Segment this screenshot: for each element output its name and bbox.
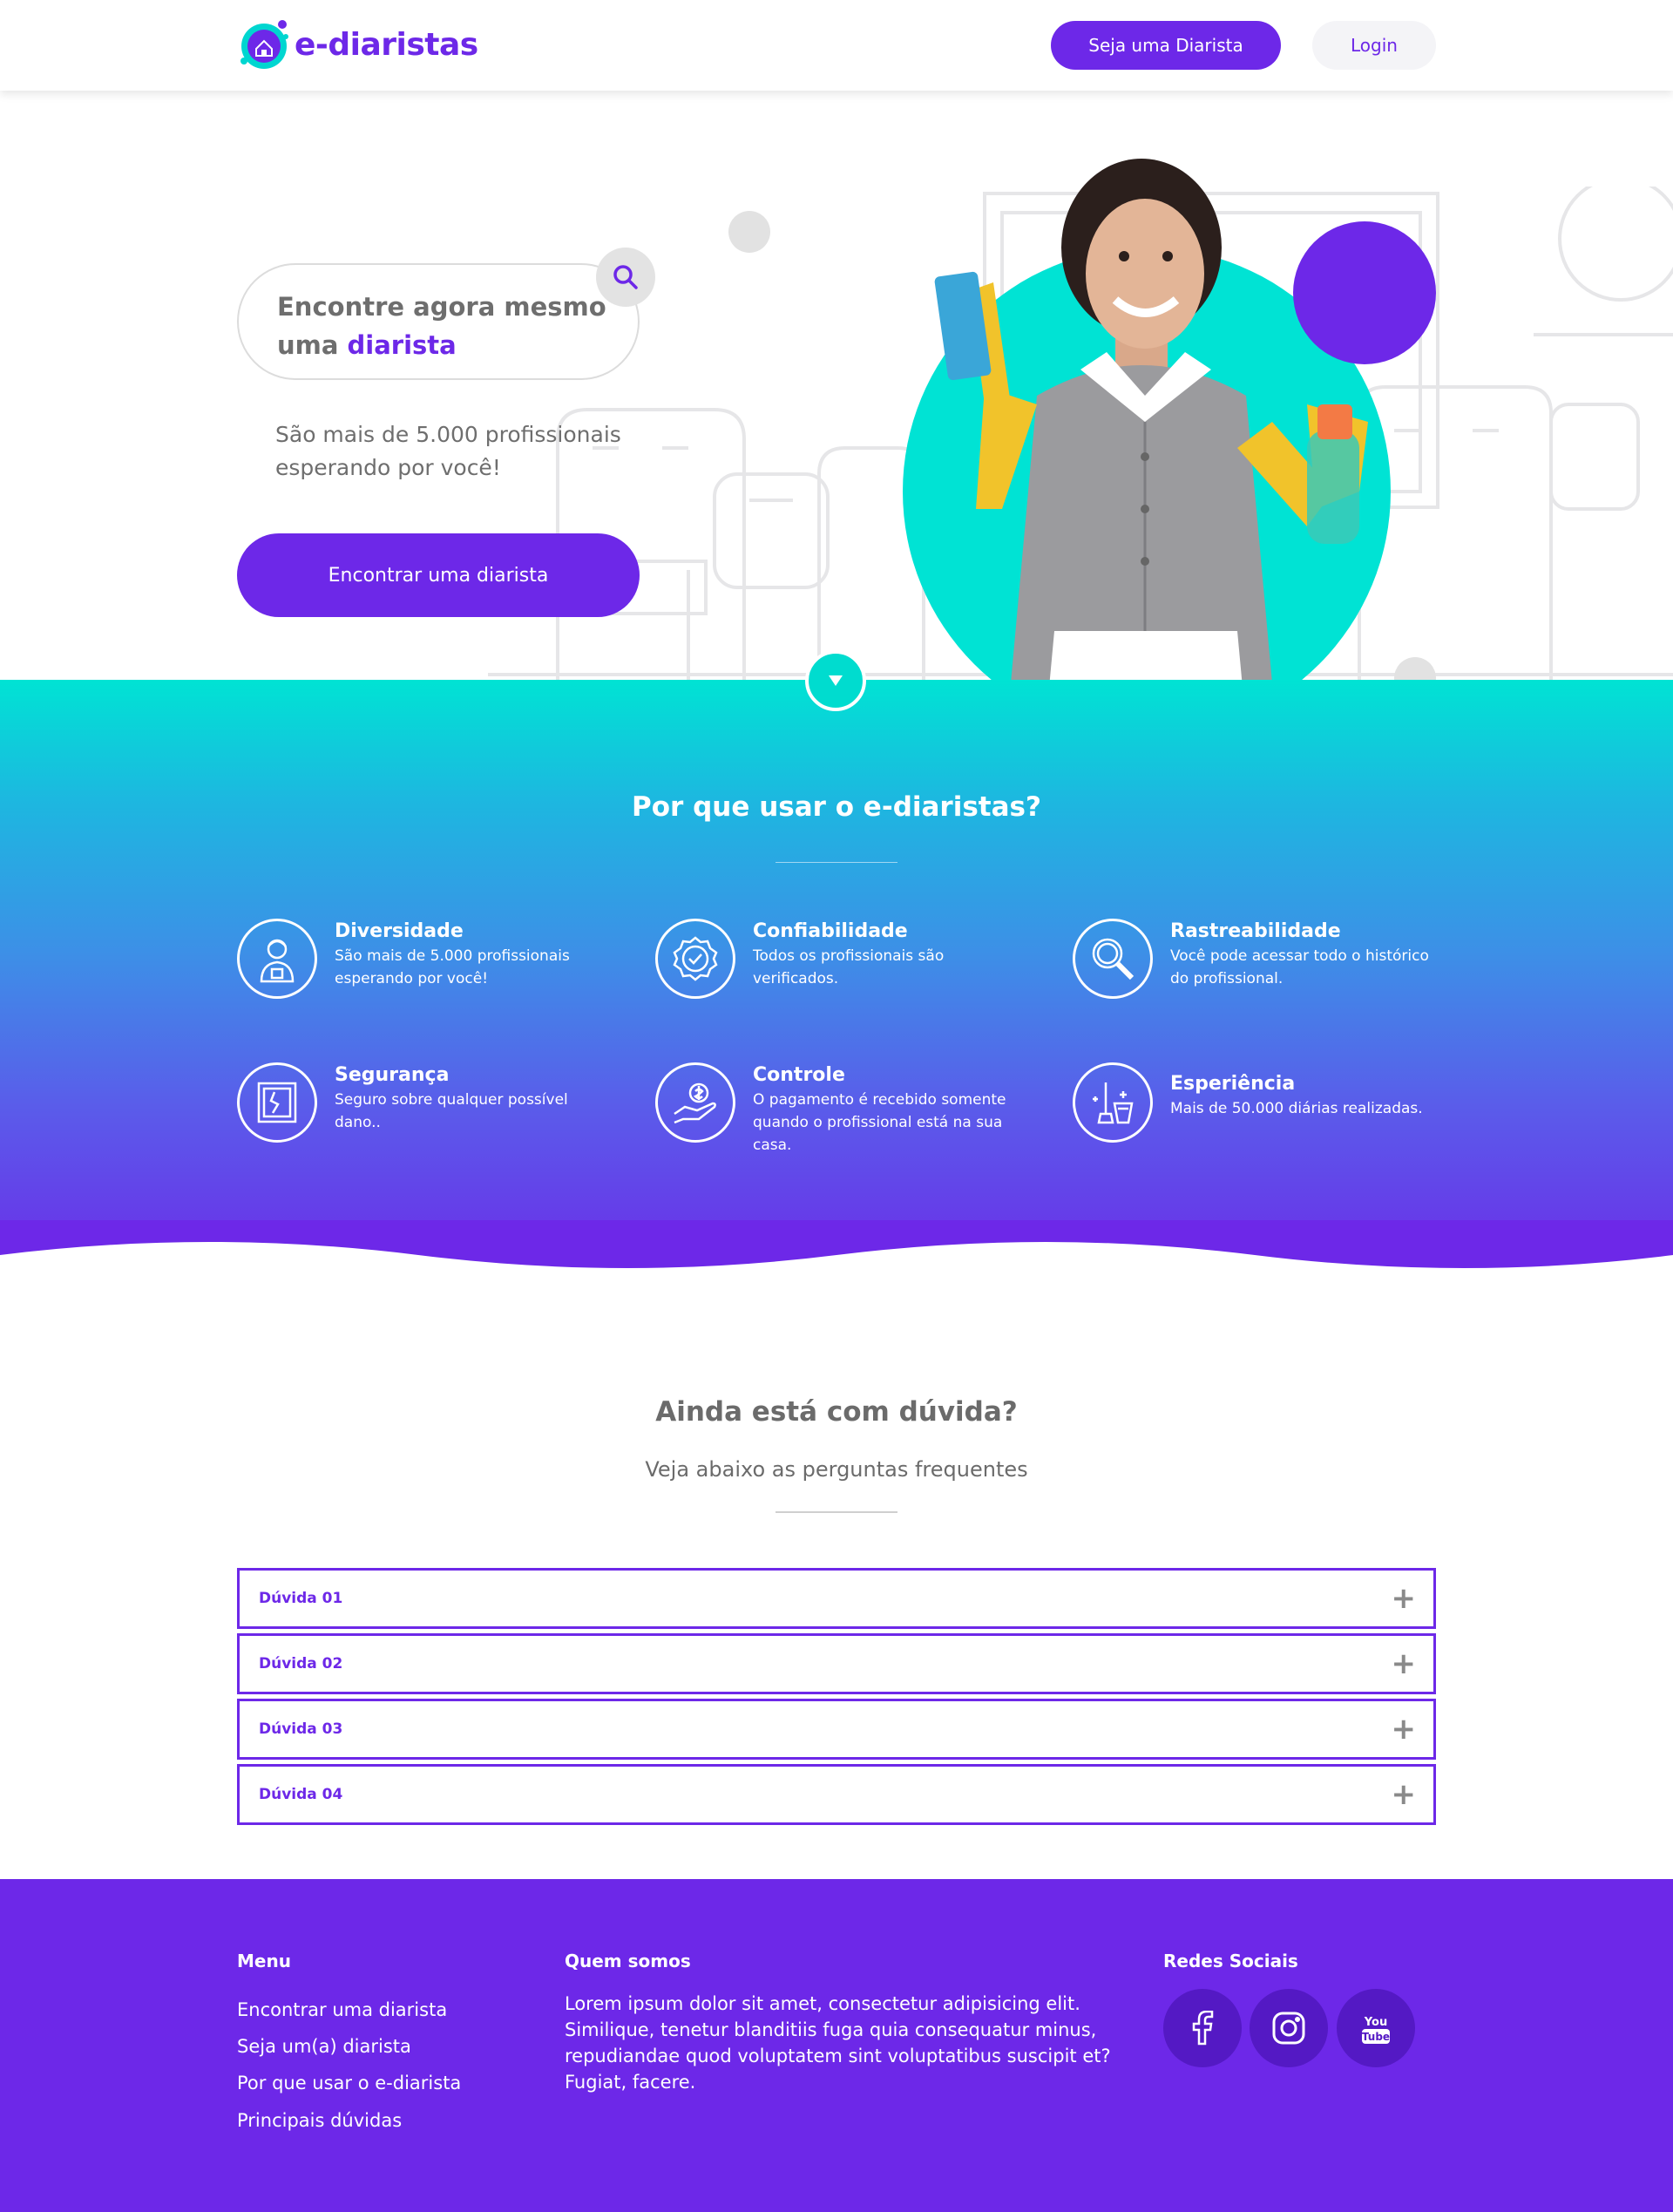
footer-about-text: Lorem ipsum dolor sit amet, consectetur …: [565, 1993, 1111, 2093]
faq-title: Ainda está com dúvida?: [655, 1396, 1018, 1428]
feature-title: Esperiência: [1170, 1073, 1296, 1095]
feature-description: Todos os profissionais são verificados.: [753, 947, 945, 987]
brand-name: e-diaristas: [295, 26, 478, 63]
faq-accordion-item[interactable]: Dúvida 04 +: [237, 1764, 1436, 1825]
footer-about-title: Quem somos: [565, 1951, 691, 1971]
become-diarista-button[interactable]: Seja uma Diarista: [1051, 21, 1281, 70]
wave-divider: [0, 1220, 1673, 1299]
faq-question: Dúvida 01: [259, 1590, 343, 1607]
scroll-down-arrow-icon[interactable]: [805, 650, 866, 711]
feature-reliability: Confiabilidade Todos os profissionais sã…: [655, 919, 1021, 1014]
faq-accordion-item[interactable]: Dúvida 01 +: [237, 1568, 1436, 1629]
broken-frame-icon: [237, 1062, 317, 1143]
feature-security: Segurança Seguro sobre qualquer possível…: [237, 1062, 603, 1158]
footer-link-become-diarista[interactable]: Seja um(a) diarista: [237, 2036, 411, 2057]
feature-experience: Esperiência Mais de 50.000 diárias reali…: [1073, 1062, 1439, 1158]
search-pill-title-line1: Encontre agora mesmo: [277, 292, 606, 322]
feature-description: São mais de 5.000 profissionais esperand…: [335, 947, 570, 987]
feature-title: Rastreabilidade: [1170, 920, 1341, 942]
site-header: e-diaristas Seja uma Diarista Login: [0, 0, 1673, 91]
faq-question: Dúvida 02: [259, 1655, 343, 1673]
footer-link-faq[interactable]: Principais dúvidas: [237, 2110, 402, 2131]
feature-title: Confiabilidade: [753, 920, 908, 942]
find-diarista-button[interactable]: Encontrar uma diarista: [237, 533, 640, 617]
hero-section: Encontre agora mesmo uma diarista São ma…: [0, 91, 1673, 680]
cleaning-woman-image: [934, 159, 1368, 680]
feature-description: Você pode acessar todo o histórico do pr…: [1170, 947, 1429, 987]
verified-badge-icon: [655, 919, 735, 999]
cleaning-bucket-icon: [1073, 1062, 1153, 1143]
payment-hand-icon: [655, 1062, 735, 1143]
footer-social-title: Redes Sociais: [1163, 1951, 1298, 1971]
worker-icon: [237, 919, 317, 999]
decor-circle: [728, 211, 770, 253]
footer-link-why-use[interactable]: Por que usar o e-diarista: [237, 2073, 461, 2093]
faq-question: Dúvida 03: [259, 1720, 343, 1738]
faq-accordion-item[interactable]: Dúvida 03 +: [237, 1699, 1436, 1760]
plus-icon[interactable]: +: [1392, 1780, 1417, 1809]
instagram-icon[interactable]: [1250, 1989, 1328, 2067]
faq-accordion-item[interactable]: Dúvida 02 +: [237, 1633, 1436, 1694]
youtube-logo-text-bottom: Tube: [1362, 2031, 1390, 2043]
footer-menu-title: Menu: [237, 1951, 291, 1971]
youtube-logo-text-top: You: [1364, 2016, 1387, 2029]
faq-subtitle: Veja abaixo as perguntas frequentes: [645, 1457, 1028, 1482]
faq-question: Dúvida 04: [259, 1786, 343, 1803]
feature-control: Controle O pagamento é recebido somente …: [655, 1062, 1021, 1158]
feature-description: O pagamento é recebido somente quando o …: [753, 1091, 1006, 1154]
features-divider: [776, 862, 897, 863]
feature-traceability: Rastreabilidade Você pode acessar todo o…: [1073, 919, 1439, 1014]
hero-subtitle: São mais de 5.000 profissionais esperand…: [275, 422, 621, 480]
features-title: Por que usar o e-diaristas?: [632, 791, 1041, 823]
plus-icon[interactable]: +: [1392, 1714, 1417, 1744]
login-button[interactable]: Login: [1312, 21, 1436, 70]
plus-icon[interactable]: +: [1392, 1584, 1417, 1613]
feature-description: Mais de 50.000 diárias realizadas.: [1170, 1100, 1423, 1117]
feature-diversity: Diversidade São mais de 5.000 profission…: [237, 919, 603, 1014]
faq-divider: [776, 1511, 897, 1513]
brand-logo[interactable]: e-diaristas: [237, 17, 478, 71]
feature-description: Seguro sobre qualquer possível dano..: [335, 1091, 568, 1131]
house-logo-icon: [237, 17, 291, 71]
feature-title: Diversidade: [335, 920, 464, 942]
search-icon[interactable]: [596, 248, 655, 307]
search-pill-title-accent: diarista: [347, 330, 457, 360]
facebook-icon[interactable]: [1163, 1989, 1242, 2067]
plus-icon[interactable]: +: [1392, 1649, 1417, 1679]
find-diarista-search-pill[interactable]: Encontre agora mesmo uma diarista: [237, 263, 640, 380]
feature-title: Controle: [753, 1064, 845, 1086]
youtube-icon[interactable]: You Tube: [1337, 1989, 1415, 2067]
footer-link-find-diarista[interactable]: Encontrar uma diarista: [237, 1999, 447, 2020]
magnifier-icon: [1073, 919, 1153, 999]
feature-title: Segurança: [335, 1064, 450, 1086]
search-pill-title-prefix: uma: [277, 330, 348, 360]
